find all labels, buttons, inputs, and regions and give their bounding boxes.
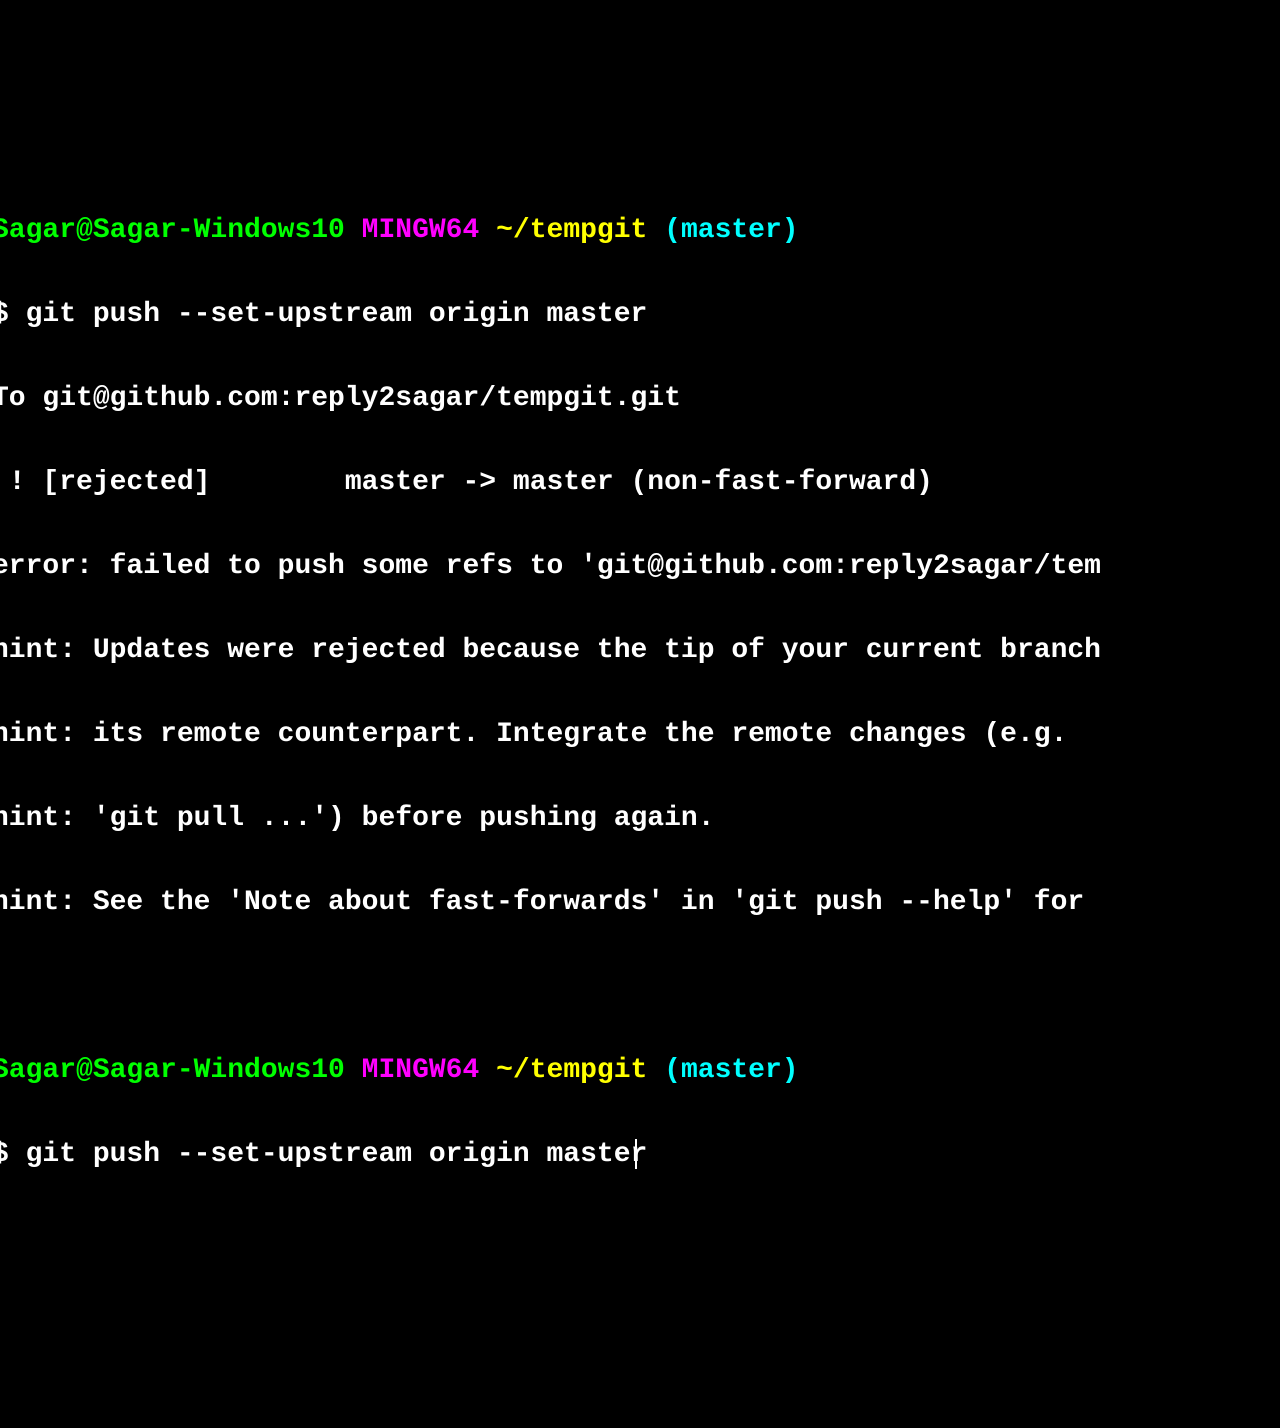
output-hint-1: hint: Updates were rejected because the … [0, 630, 1280, 672]
shell-env: MINGW64 [362, 1055, 480, 1086]
branch: (master) [664, 1055, 798, 1086]
command-line-1: $ git push --set-upstream origin master [0, 294, 1280, 336]
user-host: Sagar@Sagar-Windows10 [0, 1055, 345, 1086]
blank-line [0, 966, 1280, 1008]
output-to: To git@github.com:reply2sagar/tempgit.gi… [0, 378, 1280, 420]
user-host: Sagar@Sagar-Windows10 [0, 215, 345, 246]
command-text: $ git push --set-upstream origin master [0, 1139, 647, 1170]
terminal-output[interactable]: Sagar@Sagar-Windows10 MINGW64 ~/tempgit … [0, 168, 1280, 1218]
prompt-line-2: Sagar@Sagar-Windows10 MINGW64 ~/tempgit … [0, 1050, 1280, 1092]
command-line-2[interactable]: $ git push --set-upstream origin master [0, 1134, 1280, 1176]
output-error: error: failed to push some refs to 'git@… [0, 546, 1280, 588]
path: ~/tempgit [496, 1055, 647, 1086]
prompt-line-1: Sagar@Sagar-Windows10 MINGW64 ~/tempgit … [0, 210, 1280, 252]
output-rejected: ! [rejected] master -> master (non-fast-… [0, 462, 1280, 504]
output-hint-2: hint: its remote counterpart. Integrate … [0, 714, 1280, 756]
branch: (master) [664, 215, 798, 246]
output-hint-3: hint: 'git pull ...') before pushing aga… [0, 798, 1280, 840]
shell-env: MINGW64 [362, 215, 480, 246]
cursor-icon [635, 1139, 637, 1169]
path: ~/tempgit [496, 215, 647, 246]
output-hint-4: hint: See the 'Note about fast-forwards'… [0, 882, 1280, 924]
